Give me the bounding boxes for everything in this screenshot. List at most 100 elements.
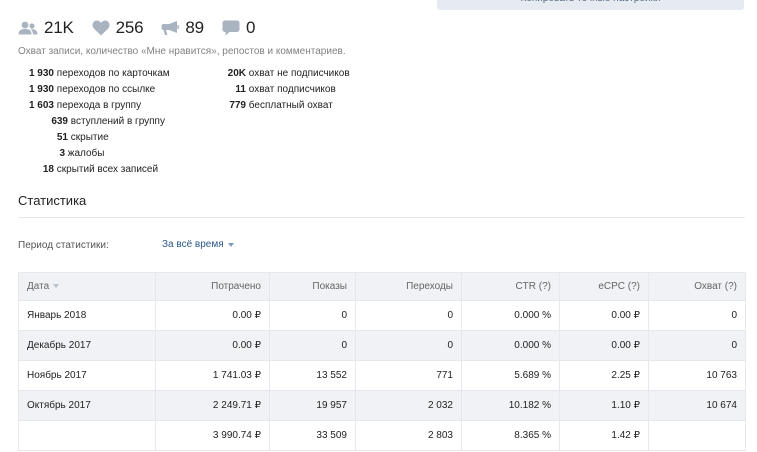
period-dropdown[interactable]: За всё время <box>162 239 234 250</box>
metric-label: скрытие <box>70 132 109 143</box>
metric-label: охват не подписчиков <box>248 68 350 79</box>
table-cell: 0 <box>355 300 462 331</box>
table-cell: 19 957 <box>269 390 356 421</box>
reposts-stat[interactable]: 89 <box>161 18 204 38</box>
metric-hide-all: 18 скрытий всех записей <box>18 162 208 178</box>
likes-stat[interactable]: 256 <box>92 18 144 38</box>
table-cell: 10 763 <box>648 360 746 391</box>
table-cell: 13 552 <box>269 360 356 391</box>
metrics-right-list: 20K охват не подписчиков 11 охват подпис… <box>226 66 350 114</box>
metric-group-joins: 639 вступлений в группу <box>18 114 208 130</box>
table-cell: 0 <box>648 300 746 331</box>
column-header-reach[interactable]: Охват (?) <box>648 272 746 301</box>
table-cell: 1 741.03 ₽ <box>155 360 270 391</box>
period-label: Период статистики: <box>18 240 109 251</box>
metric-label: вступлений в группу <box>70 116 165 127</box>
metric-label: охват подписчиков <box>248 84 336 95</box>
reposts-count: 89 <box>185 18 204 37</box>
column-header-date[interactable]: Дата <box>18 272 156 301</box>
post-stats-row: 21K 256 89 0 <box>18 16 273 40</box>
table-cell: 8.365 % <box>461 420 560 451</box>
metric-value: 3 <box>59 148 65 159</box>
column-header-ecpc[interactable]: eCPC (?) <box>559 272 649 301</box>
table-cell: 0.000 % <box>461 300 560 331</box>
table-cell: Октябрь 2017 <box>18 390 156 421</box>
table-row: Ноябрь 2017 1 741.03 ₽ 13 552 771 5.689 … <box>18 360 746 391</box>
table-cell: 1.42 ₽ <box>559 420 649 451</box>
table-cell: 0.00 ₽ <box>559 300 649 331</box>
column-header-label: Дата <box>27 281 50 292</box>
column-header-impressions: Показы <box>269 272 356 301</box>
reach-description: Охват записи, количество «Мне нравится»,… <box>18 46 346 57</box>
chevron-down-icon <box>227 242 234 247</box>
reach-count: 21K <box>44 18 74 37</box>
column-header-ctr[interactable]: CTR (?) <box>461 272 560 301</box>
likes-count: 256 <box>115 18 144 37</box>
table-cell: 0 <box>269 300 356 331</box>
table-cell: 0 <box>648 330 746 361</box>
table-cell: 10 674 <box>648 390 746 421</box>
table-cell <box>18 420 156 451</box>
comments-stat[interactable]: 0 <box>222 18 255 38</box>
table-row: Октябрь 2017 2 249.71 ₽ 19 957 2 032 10.… <box>18 390 746 421</box>
table-cell: 0 <box>269 330 356 361</box>
table-cell: 2 032 <box>355 390 462 421</box>
table-cell: 0.000 % <box>461 330 560 361</box>
heart-icon <box>92 20 110 36</box>
metric-value: 51 <box>56 132 68 143</box>
metric-value: 1 603 <box>28 100 54 111</box>
metric-hides: 51 скрытие <box>18 130 208 146</box>
metric-reports: 3 жалобы <box>18 146 208 162</box>
table-cell: 3 990.74 ₽ <box>155 420 270 451</box>
table-cell: 0.00 ₽ <box>155 300 270 331</box>
metric-nonsubscriber-reach: 20K охват не подписчиков <box>226 66 350 82</box>
metric-label: жалобы <box>67 148 105 159</box>
table-total-row: 3 990.74 ₽ 33 509 2 803 8.365 % 1.42 ₽ <box>18 420 746 451</box>
section-divider <box>18 217 745 218</box>
metric-subscriber-reach: 11 охват подписчиков <box>226 82 350 98</box>
table-cell: 10.182 % <box>461 390 560 421</box>
comments-count: 0 <box>245 18 256 37</box>
metric-value: 1 930 <box>28 68 54 79</box>
table-cell: 1.10 ₽ <box>559 390 649 421</box>
table-cell: 0 <box>355 330 462 361</box>
section-title: Статистика <box>18 193 87 208</box>
metric-value: 779 <box>229 100 246 111</box>
table-cell <box>648 420 746 451</box>
table-cell: 2 803 <box>355 420 462 451</box>
metric-value: 639 <box>51 116 68 127</box>
table-cell: 0.00 ₽ <box>155 330 270 361</box>
metric-value: 20K <box>227 68 246 79</box>
statistics-table: Дата Потрачено Показы Переходы CTR (?) e… <box>18 272 746 451</box>
copy-settings-button[interactable]: Копировать точные настройки <box>437 0 744 10</box>
table-cell: Январь 2018 <box>18 300 156 331</box>
metric-value: 11 <box>235 84 246 95</box>
table-header-row: Дата Потрачено Показы Переходы CTR (?) e… <box>18 272 746 301</box>
table-cell: 2.25 ₽ <box>559 360 649 391</box>
period-value: За всё время <box>162 239 224 250</box>
metric-label: скрытий всех записей <box>56 164 159 175</box>
users-icon <box>18 21 38 35</box>
metric-card-clicks: 1 930 переходов по карточкам <box>18 66 208 82</box>
table-row: Январь 2018 0.00 ₽ 0 0 0.000 % 0.00 ₽ 0 <box>18 300 746 331</box>
table-cell: 771 <box>355 360 462 391</box>
table-cell: 33 509 <box>269 420 356 451</box>
metrics-left-list: 1 930 переходов по карточкам 1 930 перех… <box>18 66 208 178</box>
metric-free-reach: 779 бесплатный охват <box>226 98 350 114</box>
reach-stat[interactable]: 21K <box>18 18 74 38</box>
sort-icon <box>53 284 60 289</box>
metric-label: переходов по карточкам <box>56 68 170 79</box>
metric-label: бесплатный охват <box>248 100 333 111</box>
table-cell: 5.689 % <box>461 360 560 391</box>
table-cell: 0.00 ₽ <box>559 330 649 361</box>
megaphone-icon <box>161 21 180 35</box>
metric-label: перехода в группу <box>56 100 142 111</box>
comment-icon <box>222 20 240 36</box>
column-header-spent: Потрачено <box>155 272 270 301</box>
metric-label: переходов по ссылке <box>56 84 156 95</box>
metric-value: 1 930 <box>28 84 54 95</box>
table-cell: 2 249.71 ₽ <box>155 390 270 421</box>
table-row: Декабрь 2017 0.00 ₽ 0 0 0.000 % 0.00 ₽ 0 <box>18 330 746 361</box>
metric-link-clicks: 1 930 переходов по ссылке <box>18 82 208 98</box>
table-cell: Ноябрь 2017 <box>18 360 156 391</box>
